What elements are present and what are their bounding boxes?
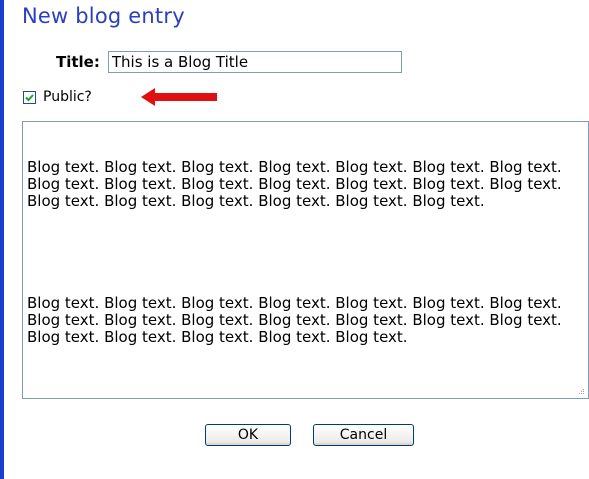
resize-grip-icon[interactable]	[577, 387, 585, 395]
title-row: Title:	[56, 51, 402, 73]
title-label: Title:	[56, 53, 100, 71]
public-label: Public?	[43, 89, 92, 105]
red-arrow-left-icon	[141, 88, 217, 106]
dialog-title: New blog entry	[22, 4, 185, 28]
body-paragraph-1: Blog text. Blog text. Blog text. Blog te…	[27, 158, 567, 210]
checkmark-icon	[25, 93, 34, 101]
left-accent-bar	[0, 0, 4, 479]
public-checkbox[interactable]	[23, 90, 36, 104]
title-input[interactable]	[107, 51, 402, 73]
blog-body-textarea[interactable]: Blog text. Blog text. Blog text. Blog te…	[22, 121, 589, 399]
body-paragraph-2: Blog text. Blog text. Blog text. Blog te…	[27, 294, 567, 346]
cancel-button[interactable]: Cancel	[313, 424, 414, 446]
ok-button[interactable]: OK	[205, 424, 291, 446]
public-row[interactable]: Public?	[23, 89, 92, 105]
blog-entry-dialog: New blog entry Title: Public? Blog text.…	[0, 0, 589, 479]
